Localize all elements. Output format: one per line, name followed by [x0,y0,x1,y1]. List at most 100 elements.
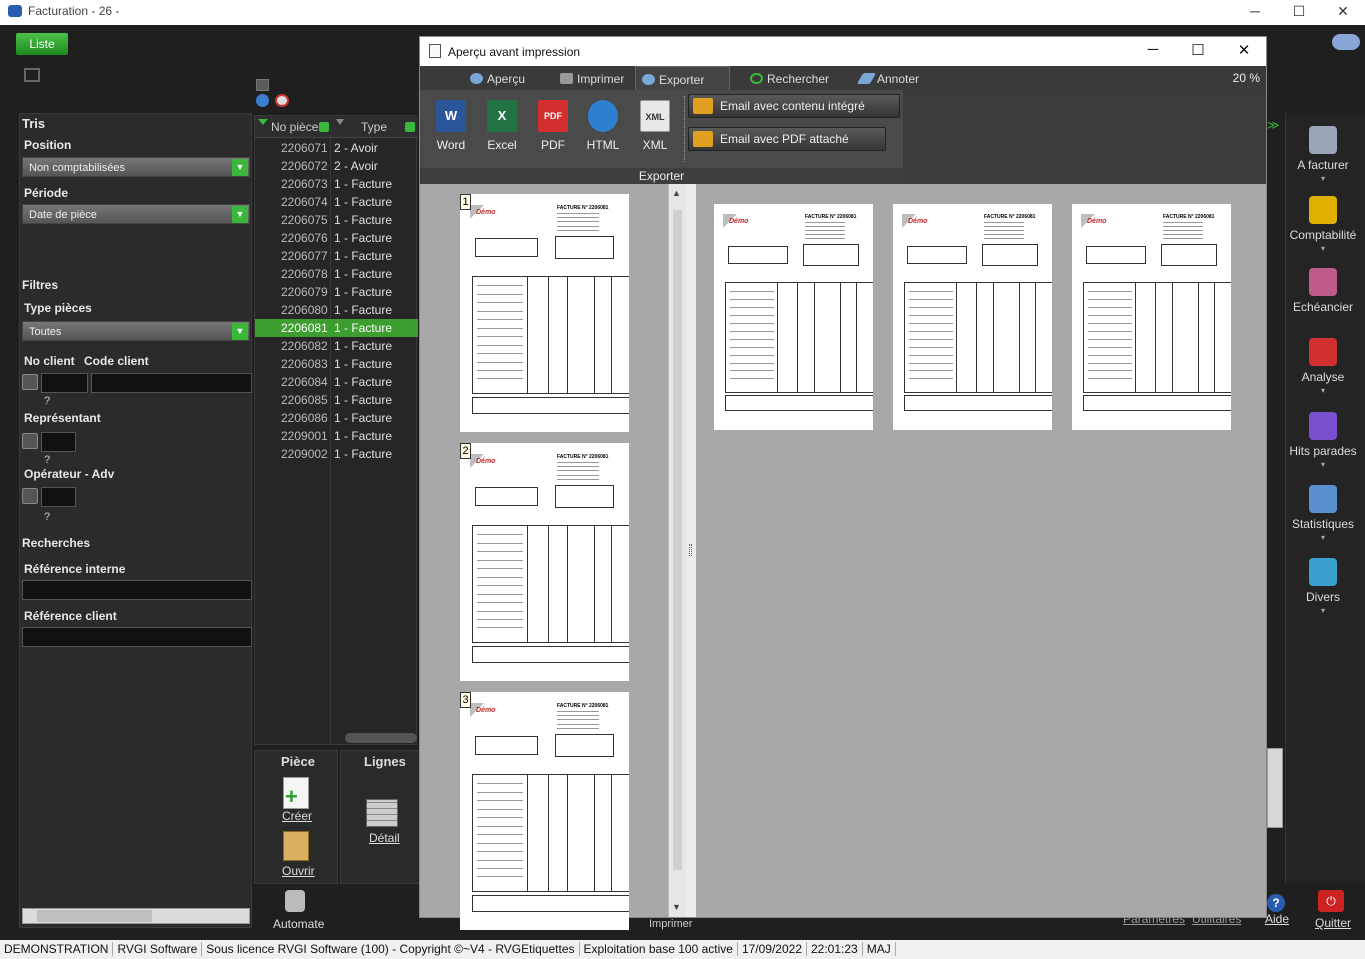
sidebar-item-analyse[interactable]: Analyse ▾ [1284,338,1362,395]
position-select[interactable]: Non comptabilisées ▼ [22,157,250,177]
sort-icon[interactable] [336,119,344,125]
vertical-scrollbar[interactable] [1267,748,1283,828]
operateur-lookup-icon[interactable] [22,488,38,504]
creer-button[interactable]: Créer [282,809,312,823]
grid-icon[interactable] [24,68,40,82]
table-row[interactable]: 2206076 1 - Facture [255,229,418,247]
export-word-button[interactable]: W Word [428,100,474,152]
liste-button[interactable]: Liste [16,33,68,55]
table-row[interactable]: 2206073 1 - Facture [255,175,418,193]
table-row[interactable]: 2206082 1 - Facture [255,337,418,355]
export-html-button[interactable]: HTML [580,100,626,152]
tab-rechercher[interactable]: Rechercher [744,66,835,90]
header-type[interactable]: Type [361,120,387,134]
email-integrated-button[interactable]: Email avec contenu intégré [688,94,900,118]
representant-help[interactable]: ? [44,454,50,466]
export-pdf-button[interactable]: PDF PDF [530,100,576,152]
aide-button[interactable]: Aide [1265,912,1289,926]
refresh-icon[interactable] [256,79,269,91]
table-row[interactable]: 2206075 1 - Facture [255,211,418,229]
imprimer-bottom-label[interactable]: Imprimer [649,918,692,930]
sidebar-item-hits-parades[interactable]: Hits parades ▾ [1284,412,1362,469]
tab-annoter[interactable]: Annoter [854,66,925,90]
page-thumbnail[interactable]: Démo FACTURE N° 2206081 3 [460,692,629,930]
open-folder-icon[interactable] [283,831,309,861]
ref-interne-input[interactable] [22,580,252,600]
preview-page[interactable]: Démo FACTURE N° 2206081 [1072,204,1231,430]
pane-splitter[interactable] [686,184,696,917]
sort-icon[interactable] [258,119,268,125]
export-excel-button[interactable]: X Excel [479,100,525,152]
quitter-button[interactable]: Quitter [1315,916,1351,930]
collapse-chevron-icon[interactable]: ≫ [1267,118,1283,132]
robot-icon[interactable] [285,890,305,912]
chevron-down-icon[interactable]: ▾ [1284,174,1362,183]
periode-select[interactable]: Date de pièce ▼ [22,204,250,224]
email-pdf-button[interactable]: Email avec PDF attaché [688,127,886,151]
chevron-down-icon[interactable]: ▾ [1284,606,1362,615]
table-row[interactable]: 2206080 1 - Facture [255,301,418,319]
header-no-piece[interactable]: No pièce [271,120,318,134]
create-doc-icon[interactable]: + [283,777,309,809]
horizontal-scrollbar[interactable] [345,733,417,743]
table-row[interactable]: 2209002 1 - Facture [255,445,418,463]
type-pieces-select[interactable]: Toutes ▼ [22,321,250,341]
chevron-down-icon[interactable]: ▾ [1284,533,1362,542]
no-client-input[interactable] [41,373,88,393]
table-row[interactable]: 2206074 1 - Facture [255,193,418,211]
chevron-down-icon[interactable]: ▾ [1284,460,1362,469]
tab-exporter[interactable]: Exporter [635,66,730,90]
chevron-down-icon[interactable]: ▾ [1284,244,1362,253]
table-row[interactable]: 2206086 1 - Facture [255,409,418,427]
operateur-help[interactable]: ? [44,511,50,523]
dialog-close-button[interactable]: ✕ [1229,41,1259,59]
scroll-up-icon[interactable]: ▲ [672,188,681,198]
chevron-down-icon[interactable]: ▾ [1284,386,1362,395]
export-xml-button[interactable]: XML XML [632,100,678,152]
operateur-input[interactable] [41,487,76,507]
page-thumbnail[interactable]: Démo FACTURE N° 2206081 2 [460,443,629,681]
dialog-minimize-button[interactable]: ─ [1138,41,1168,58]
client-lookup-icon[interactable] [22,374,38,390]
automate-button[interactable]: Automate [273,917,324,931]
sidebar-item-a-facturer[interactable]: A facturer ▾ [1284,126,1362,183]
detail-button[interactable]: Détail [369,831,400,845]
representant-input[interactable] [41,432,76,452]
help-icon[interactable]: ? [1267,894,1285,912]
tab-apercu[interactable]: Aperçu [464,66,531,90]
scrollbar-thumb[interactable] [673,210,682,870]
code-client-input[interactable] [91,373,252,393]
horizontal-scrollbar[interactable] [22,908,250,924]
scrollbar-thumb[interactable] [37,910,152,922]
preview-page[interactable]: Démo FACTURE N° 2206081 [714,204,873,430]
table-row[interactable]: 2206084 1 - Facture [255,373,418,391]
representant-lookup-icon[interactable] [22,433,38,449]
page-thumbnail[interactable]: Démo FACTURE N° 2206081 1 [460,194,629,432]
filter-icon[interactable] [405,122,415,132]
table-row[interactable]: 2206083 1 - Facture [255,355,418,373]
scroll-down-icon[interactable]: ▼ [672,902,681,912]
table-row[interactable]: 2206081 1 - Facture [255,319,418,337]
table-row[interactable]: 2206085 1 - Facture [255,391,418,409]
table-row[interactable]: 2206071 2 - Avoir [255,139,418,157]
search-globe-icon[interactable] [256,94,269,107]
ouvrir-button[interactable]: Ouvrir [282,864,315,878]
thumbnail-scrollbar[interactable]: ▲ ▼ [668,184,686,917]
close-button[interactable]: ✕ [1320,0,1365,25]
filter-clear-icon[interactable] [275,94,289,107]
preview-page[interactable]: Démo FACTURE N° 2206081 [893,204,1052,430]
table-row[interactable]: 2209001 1 - Facture [255,427,418,445]
table-row[interactable]: 2206072 2 - Avoir [255,157,418,175]
minimize-button[interactable]: ─ [1232,0,1278,25]
user-car-icon[interactable] [1332,34,1360,50]
no-client-help[interactable]: ? [44,395,50,407]
table-grid-icon[interactable] [366,799,398,827]
sidebar-item-comptabilit-[interactable]: Comptabilité ▾ [1284,196,1362,253]
tab-imprimer[interactable]: Imprimer [554,66,630,90]
sidebar-item-ech-ancier[interactable]: Echéancier [1284,268,1362,314]
sidebar-item-statistiques[interactable]: Statistiques ▾ [1284,485,1362,542]
filter-icon[interactable] [319,122,329,132]
sidebar-item-divers[interactable]: Divers ▾ [1284,558,1362,615]
table-row[interactable]: 2206077 1 - Facture [255,247,418,265]
table-row[interactable]: 2206078 1 - Facture [255,265,418,283]
